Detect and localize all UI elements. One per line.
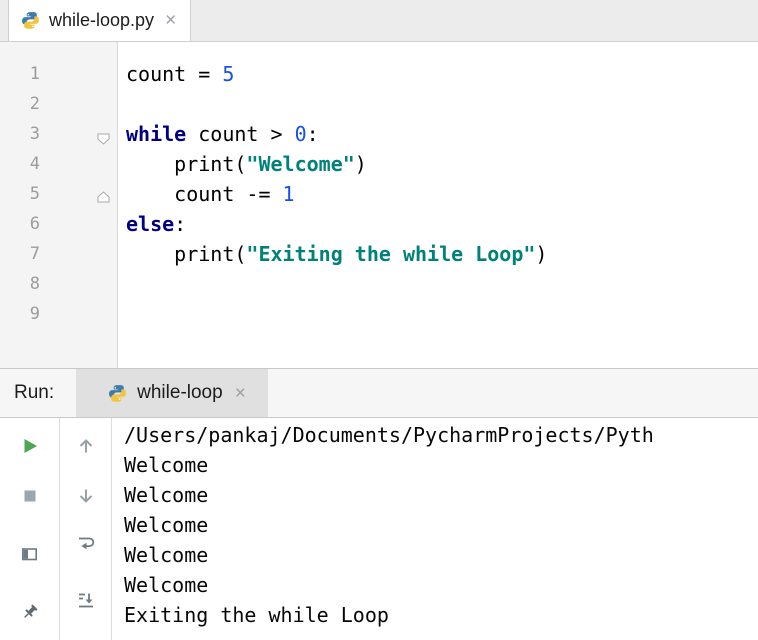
console-line: Welcome: [124, 543, 209, 567]
run-tool-window-header: Run: while-loop ×: [0, 368, 758, 418]
code-token-plain: :: [174, 212, 187, 236]
stop-icon: [21, 487, 39, 510]
editor-gutter[interactable]: 1 2 3 4 5 6 7 8 9: [0, 42, 118, 368]
code-area[interactable]: count = 5 while count > 0: print("Welcome…: [118, 42, 758, 368]
code-token-plain: print(: [126, 152, 247, 176]
run-toolbar-column-right: [60, 418, 112, 640]
code-token-string: "Exiting the while Loop": [246, 242, 536, 266]
code-line[interactable]: [126, 299, 758, 329]
scroll-to-end-button[interactable]: [76, 592, 96, 612]
pin-icon: [20, 602, 40, 627]
pycharm-window: while-loop.py × 1 2 3 4 5 6 7 8 9 count = 5 while…: [0, 0, 758, 640]
line-number: 1: [29, 64, 40, 84]
down-arrow-icon: [76, 486, 96, 511]
python-file-icon: [21, 11, 40, 30]
soft-wrap-icon: [76, 533, 96, 558]
code-line[interactable]: while count > 0:: [126, 119, 758, 149]
editor-tab-bar: while-loop.py ×: [0, 0, 758, 42]
code-token-plain: count =: [126, 62, 223, 86]
pin-tab-button[interactable]: [20, 604, 40, 624]
line-number: 6: [29, 214, 40, 234]
line-number: 7: [29, 244, 40, 264]
console-line: Welcome: [124, 453, 209, 477]
code-token-plain: ): [354, 152, 367, 176]
line-number: 4: [29, 154, 40, 174]
line-number: 3: [29, 124, 40, 144]
fold-marker-icon[interactable]: [97, 130, 110, 145]
code-token-plain: count >: [186, 122, 295, 146]
restore-layout-button[interactable]: [20, 546, 40, 566]
down-stack-trace-button[interactable]: [76, 488, 96, 508]
code-line[interactable]: else:: [126, 209, 758, 239]
console-line: Exiting the while Loop: [124, 603, 389, 627]
code-line[interactable]: count -= 1: [126, 179, 758, 209]
line-number: 5: [29, 184, 40, 204]
python-run-config-icon: [108, 384, 127, 403]
code-token-plain: count -=: [126, 182, 283, 206]
console-line: Welcome: [124, 573, 209, 597]
code-token-plain: ): [535, 242, 548, 266]
line-number: 8: [29, 274, 40, 294]
code-line[interactable]: count = 5: [126, 59, 758, 89]
code-token-string: "Welcome": [246, 152, 355, 176]
run-console-panel: /Users/pankaj/Documents/PycharmProjects/…: [0, 418, 758, 640]
code-line[interactable]: print("Exiting the while Loop"): [126, 239, 758, 269]
code-token-plain: print(: [126, 242, 247, 266]
restore-layout-icon: [20, 544, 40, 569]
close-tab-icon[interactable]: ×: [163, 11, 176, 30]
run-toolbar: [0, 418, 112, 640]
code-line[interactable]: [126, 89, 758, 119]
editor-tab-while-loop-py[interactable]: while-loop.py ×: [8, 0, 192, 41]
scroll-to-end-icon: [76, 590, 96, 615]
code-token-plain: :: [306, 122, 319, 146]
code-line[interactable]: print("Welcome"): [126, 149, 758, 179]
run-tab-while-loop[interactable]: while-loop ×: [76, 369, 268, 417]
run-console-output[interactable]: /Users/pankaj/Documents/PycharmProjects/…: [112, 418, 758, 640]
code-token-keyword: else: [126, 212, 175, 236]
up-stack-trace-button[interactable]: [76, 438, 96, 458]
run-tab-label: while-loop: [137, 382, 223, 403]
line-number: 9: [29, 304, 40, 324]
line-number: 2: [29, 94, 40, 114]
code-line[interactable]: [126, 269, 758, 299]
console-line: Welcome: [124, 483, 209, 507]
code-token-number: 1: [282, 182, 295, 206]
up-arrow-icon: [76, 436, 96, 461]
rerun-button[interactable]: [20, 438, 40, 458]
code-token-keyword: while: [126, 122, 187, 146]
run-toolbar-column-left: [0, 418, 60, 640]
console-line: Welcome: [124, 513, 209, 537]
close-run-tab-icon[interactable]: ×: [233, 384, 246, 403]
stop-button[interactable]: [20, 488, 40, 508]
fold-marker-icon[interactable]: [97, 188, 110, 203]
run-tool-window-title: Run:: [14, 382, 55, 403]
soft-wrap-button[interactable]: [76, 535, 96, 555]
code-token-number: 0: [294, 122, 307, 146]
console-line: /Users/pankaj/Documents/PycharmProjects/…: [124, 423, 654, 447]
code-token-number: 5: [222, 62, 235, 86]
code-editor[interactable]: 1 2 3 4 5 6 7 8 9 count = 5 while count > 0: prin…: [0, 42, 758, 368]
play-icon: [21, 437, 39, 460]
editor-tab-label: while-loop.py: [49, 10, 155, 30]
